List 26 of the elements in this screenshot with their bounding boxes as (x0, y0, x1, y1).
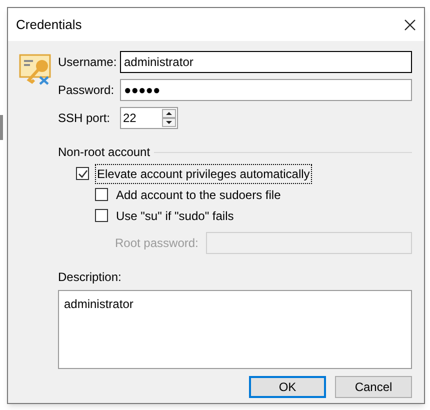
field-label: SSH port: (58, 110, 112, 127)
close-icon[interactable] (404, 18, 416, 30)
description-field[interactable]: administrator (58, 290, 412, 369)
checkbox[interactable] (95, 209, 108, 222)
spin-down-icon[interactable] (162, 118, 176, 127)
field-label: Root password: (115, 235, 200, 252)
checkbox-label[interactable]: Use "su" if "sudo" fails (114, 206, 236, 226)
port-spinner[interactable]: 22 (120, 107, 178, 129)
port-value: 22 (122, 110, 138, 127)
text-field[interactable]: ●●●●● (120, 79, 412, 101)
spin-up-icon[interactable] (162, 109, 176, 118)
dialog-button[interactable]: Cancel (335, 376, 412, 398)
text-field[interactable]: administrator (120, 51, 412, 73)
checkmark-icon (78, 168, 88, 178)
checkbox[interactable] (95, 188, 108, 201)
field-label: Username: (58, 54, 118, 71)
checkbox-label[interactable]: Add account to the sudoers file (114, 184, 283, 204)
dialog-button[interactable]: OK (249, 376, 326, 398)
field-label: Password: (58, 82, 116, 99)
checkbox[interactable] (76, 167, 89, 180)
field-label: Description: (58, 269, 122, 286)
window-title: Credentials (16, 16, 82, 34)
certificate-key-icon (19, 53, 53, 85)
root-password-field[interactable] (206, 232, 412, 254)
section-heading: Non-root account (58, 144, 150, 161)
checkbox-label[interactable]: Elevate account privileges automatically (95, 164, 312, 184)
